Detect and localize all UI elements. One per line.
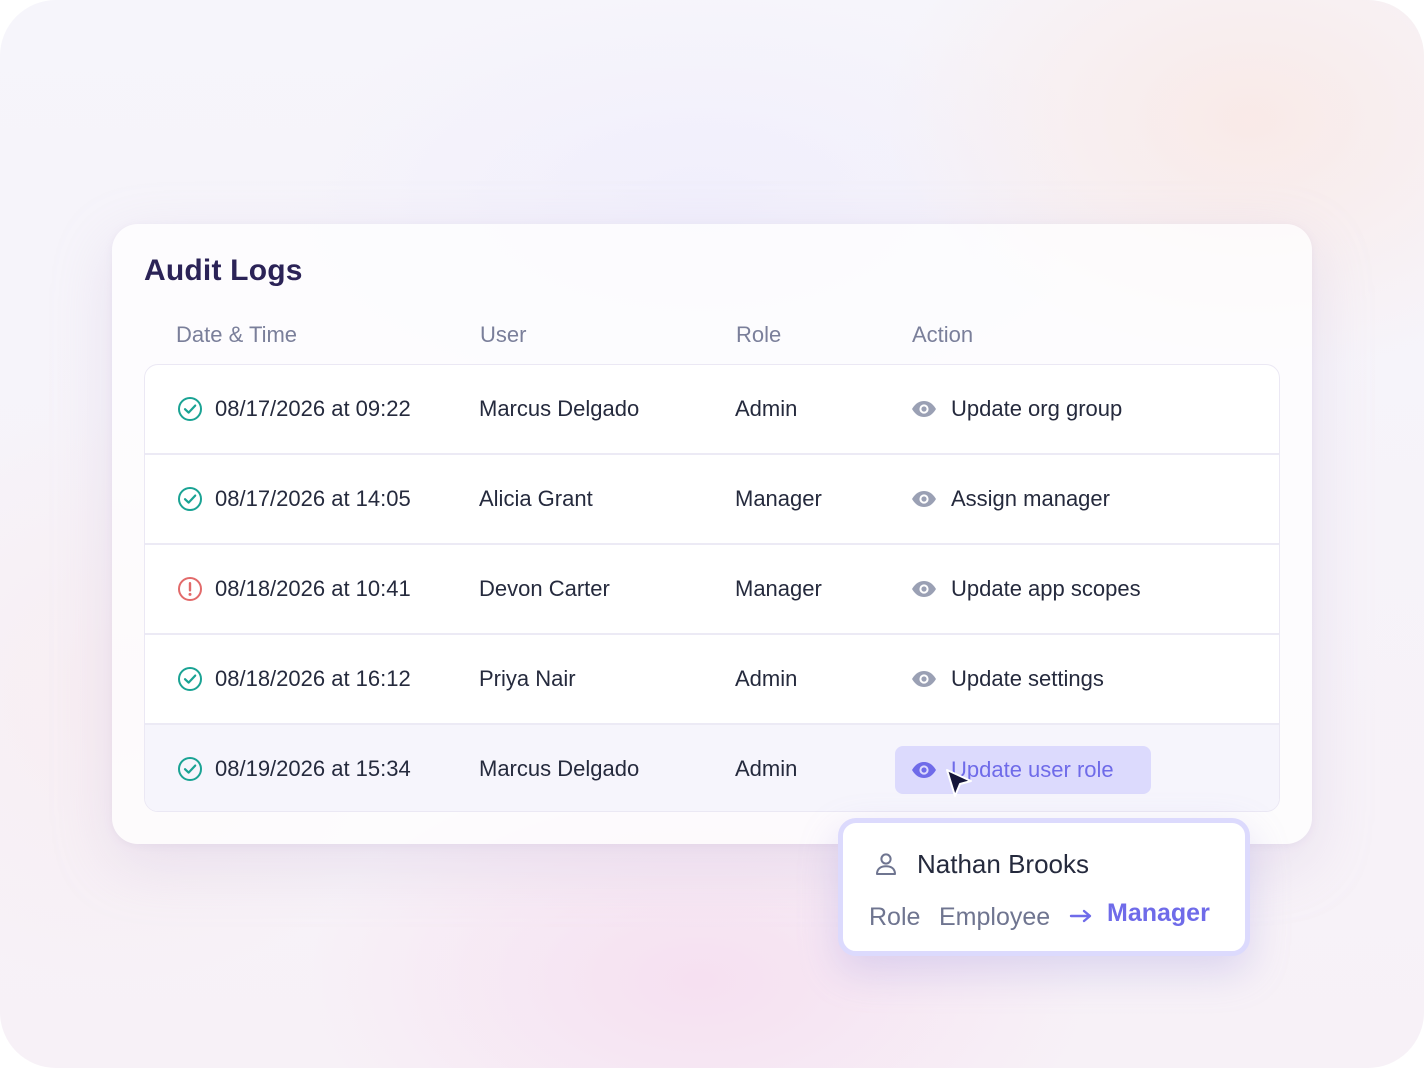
table-row[interactable]: 08/18/2026 at 16:12 Priya Nair Admin Upd…	[145, 635, 1279, 725]
row-date-time: 08/17/2026 at 14:05	[215, 486, 411, 511]
eye-icon[interactable]	[911, 761, 937, 779]
check-circle-icon	[177, 455, 205, 543]
row-action[interactable]: Update settings	[911, 635, 1104, 723]
role-change-popover: Nathan Brooks Role Employee Manager	[838, 818, 1250, 956]
row-date-time: 08/19/2026 at 15:34	[215, 756, 411, 781]
row-date-time: 08/17/2026 at 09:22	[215, 396, 411, 421]
popover-from-role: Employee	[939, 903, 1051, 931]
background-frame: Audit Logs Date & Time User Role Action …	[0, 0, 1424, 1068]
person-icon	[873, 851, 899, 882]
row-user: Devon Carter	[479, 576, 610, 601]
table-row[interactable]: 08/18/2026 at 10:41 Devon Carter Manager…	[145, 545, 1279, 635]
table-row[interactable]: 08/17/2026 at 14:05 Alicia Grant Manager…	[145, 455, 1279, 545]
row-role: Admin	[735, 396, 798, 421]
row-action-highlighted[interactable]: Update user role	[895, 746, 1151, 794]
row-action-label[interactable]: Update settings	[951, 666, 1104, 692]
row-date-time: 08/18/2026 at 10:41	[215, 576, 411, 601]
eye-icon[interactable]	[911, 670, 937, 688]
row-role: Manager	[735, 486, 822, 511]
row-user: Marcus Delgado	[479, 756, 640, 781]
row-role: Manager	[735, 576, 822, 601]
row-date-time: 08/18/2026 at 16:12	[215, 666, 411, 691]
table-row[interactable]: 08/17/2026 at 09:22 Marcus Delgado Admin…	[145, 365, 1279, 455]
check-circle-icon	[177, 635, 205, 723]
row-action[interactable]: Assign manager	[911, 455, 1110, 543]
row-action-label[interactable]: Update user role	[951, 757, 1114, 783]
row-user: Priya Nair	[479, 666, 576, 691]
check-circle-icon	[177, 365, 205, 453]
audit-log-table: 08/17/2026 at 09:22 Marcus Delgado Admin…	[144, 364, 1280, 812]
alert-circle-icon	[177, 545, 205, 633]
column-header-user[interactable]: User	[480, 322, 526, 348]
row-user: Alicia Grant	[479, 486, 593, 511]
eye-icon[interactable]	[911, 400, 937, 418]
row-action[interactable]: Update org group	[911, 365, 1122, 453]
popover-role-label: Role	[869, 903, 921, 931]
popover-to-role: Manager	[1107, 899, 1210, 927]
popover-person-name: Nathan Brooks	[917, 849, 1089, 879]
eye-icon[interactable]	[911, 580, 937, 598]
cursor-icon	[944, 768, 974, 802]
row-action[interactable]: Update app scopes	[911, 545, 1141, 633]
row-role: Admin	[735, 756, 798, 781]
row-user: Marcus Delgado	[479, 396, 640, 421]
column-header-action[interactable]: Action	[912, 322, 973, 348]
eye-icon[interactable]	[911, 490, 937, 508]
column-header-role[interactable]: Role	[736, 322, 781, 348]
row-action-label[interactable]: Update org group	[951, 396, 1122, 422]
table-row[interactable]: 08/19/2026 at 15:34 Marcus Delgado Admin…	[145, 725, 1279, 811]
page-title: Audit Logs	[144, 254, 303, 287]
arrow-right-icon	[1069, 907, 1095, 930]
column-header-date-time[interactable]: Date & Time	[176, 322, 297, 348]
row-action-label[interactable]: Update app scopes	[951, 576, 1141, 602]
check-circle-icon	[177, 725, 205, 811]
audit-logs-card: Audit Logs Date & Time User Role Action …	[112, 224, 1312, 844]
row-action-label[interactable]: Assign manager	[951, 486, 1110, 512]
row-role: Admin	[735, 666, 798, 691]
